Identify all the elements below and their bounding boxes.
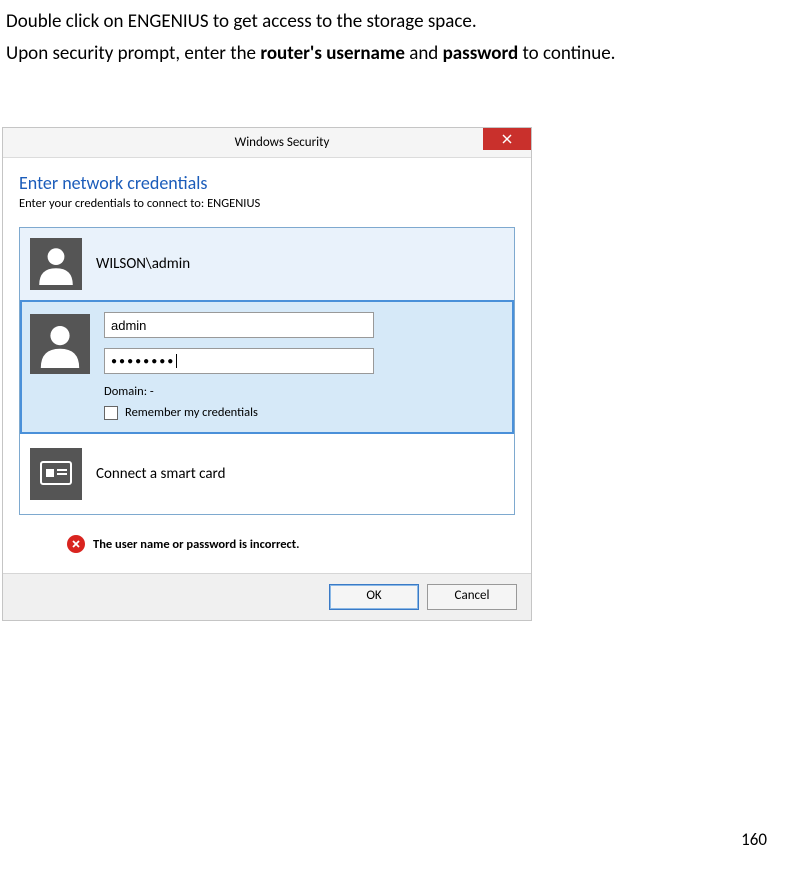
credentials-box: WILSON\admin ●●●●●●●● Domain: - (19, 227, 515, 515)
error-icon (67, 535, 85, 553)
person-icon (35, 243, 77, 285)
smartcard-row[interactable]: Connect a smart card (20, 434, 514, 514)
error-message-row: The user name or password is incorrect. (19, 515, 515, 573)
instruction-line-2: Upon security prompt, enter the router's… (0, 40, 799, 68)
dialog-heading: Enter network credentials (19, 172, 515, 194)
dialog-button-bar: OK Cancel (3, 573, 531, 620)
close-button[interactable] (483, 128, 531, 150)
ok-button[interactable]: OK (329, 584, 419, 610)
dialog-body: Enter network credentials Enter your cre… (3, 158, 531, 573)
text-cursor (176, 354, 177, 368)
user-avatar-icon (30, 238, 82, 290)
windows-security-dialog: Windows Security Enter network credentia… (2, 127, 532, 621)
page-number: 160 (741, 829, 767, 850)
user-avatar-icon (30, 314, 90, 374)
person-icon (36, 320, 84, 368)
dialog-titlebar: Windows Security (3, 128, 531, 158)
remember-label: Remember my credentials (125, 405, 258, 420)
cancel-button[interactable]: Cancel (427, 584, 517, 610)
existing-credential-row[interactable]: WILSON\admin (20, 228, 514, 300)
credential-entry-row: ●●●●●●●● Domain: - Remember my credentia… (20, 300, 514, 434)
remember-credentials-row[interactable]: Remember my credentials (104, 405, 504, 420)
dialog-title: Windows Security (33, 135, 531, 150)
remember-checkbox[interactable] (104, 406, 118, 420)
domain-label: Domain: - (104, 384, 504, 399)
error-text: The user name or password is incorrect. (93, 537, 299, 552)
existing-credential-label: WILSON\admin (96, 255, 190, 273)
instruction-line-1: Double click on ENGENIUS to get access t… (0, 8, 799, 36)
password-input[interactable]: ●●●●●●●● (104, 348, 374, 374)
dialog-subtext: Enter your credentials to connect to: EN… (19, 196, 515, 211)
card-icon (39, 457, 73, 491)
close-icon (502, 134, 512, 144)
smartcard-icon (30, 448, 82, 500)
smartcard-label: Connect a smart card (96, 465, 225, 483)
username-input[interactable] (104, 312, 374, 338)
